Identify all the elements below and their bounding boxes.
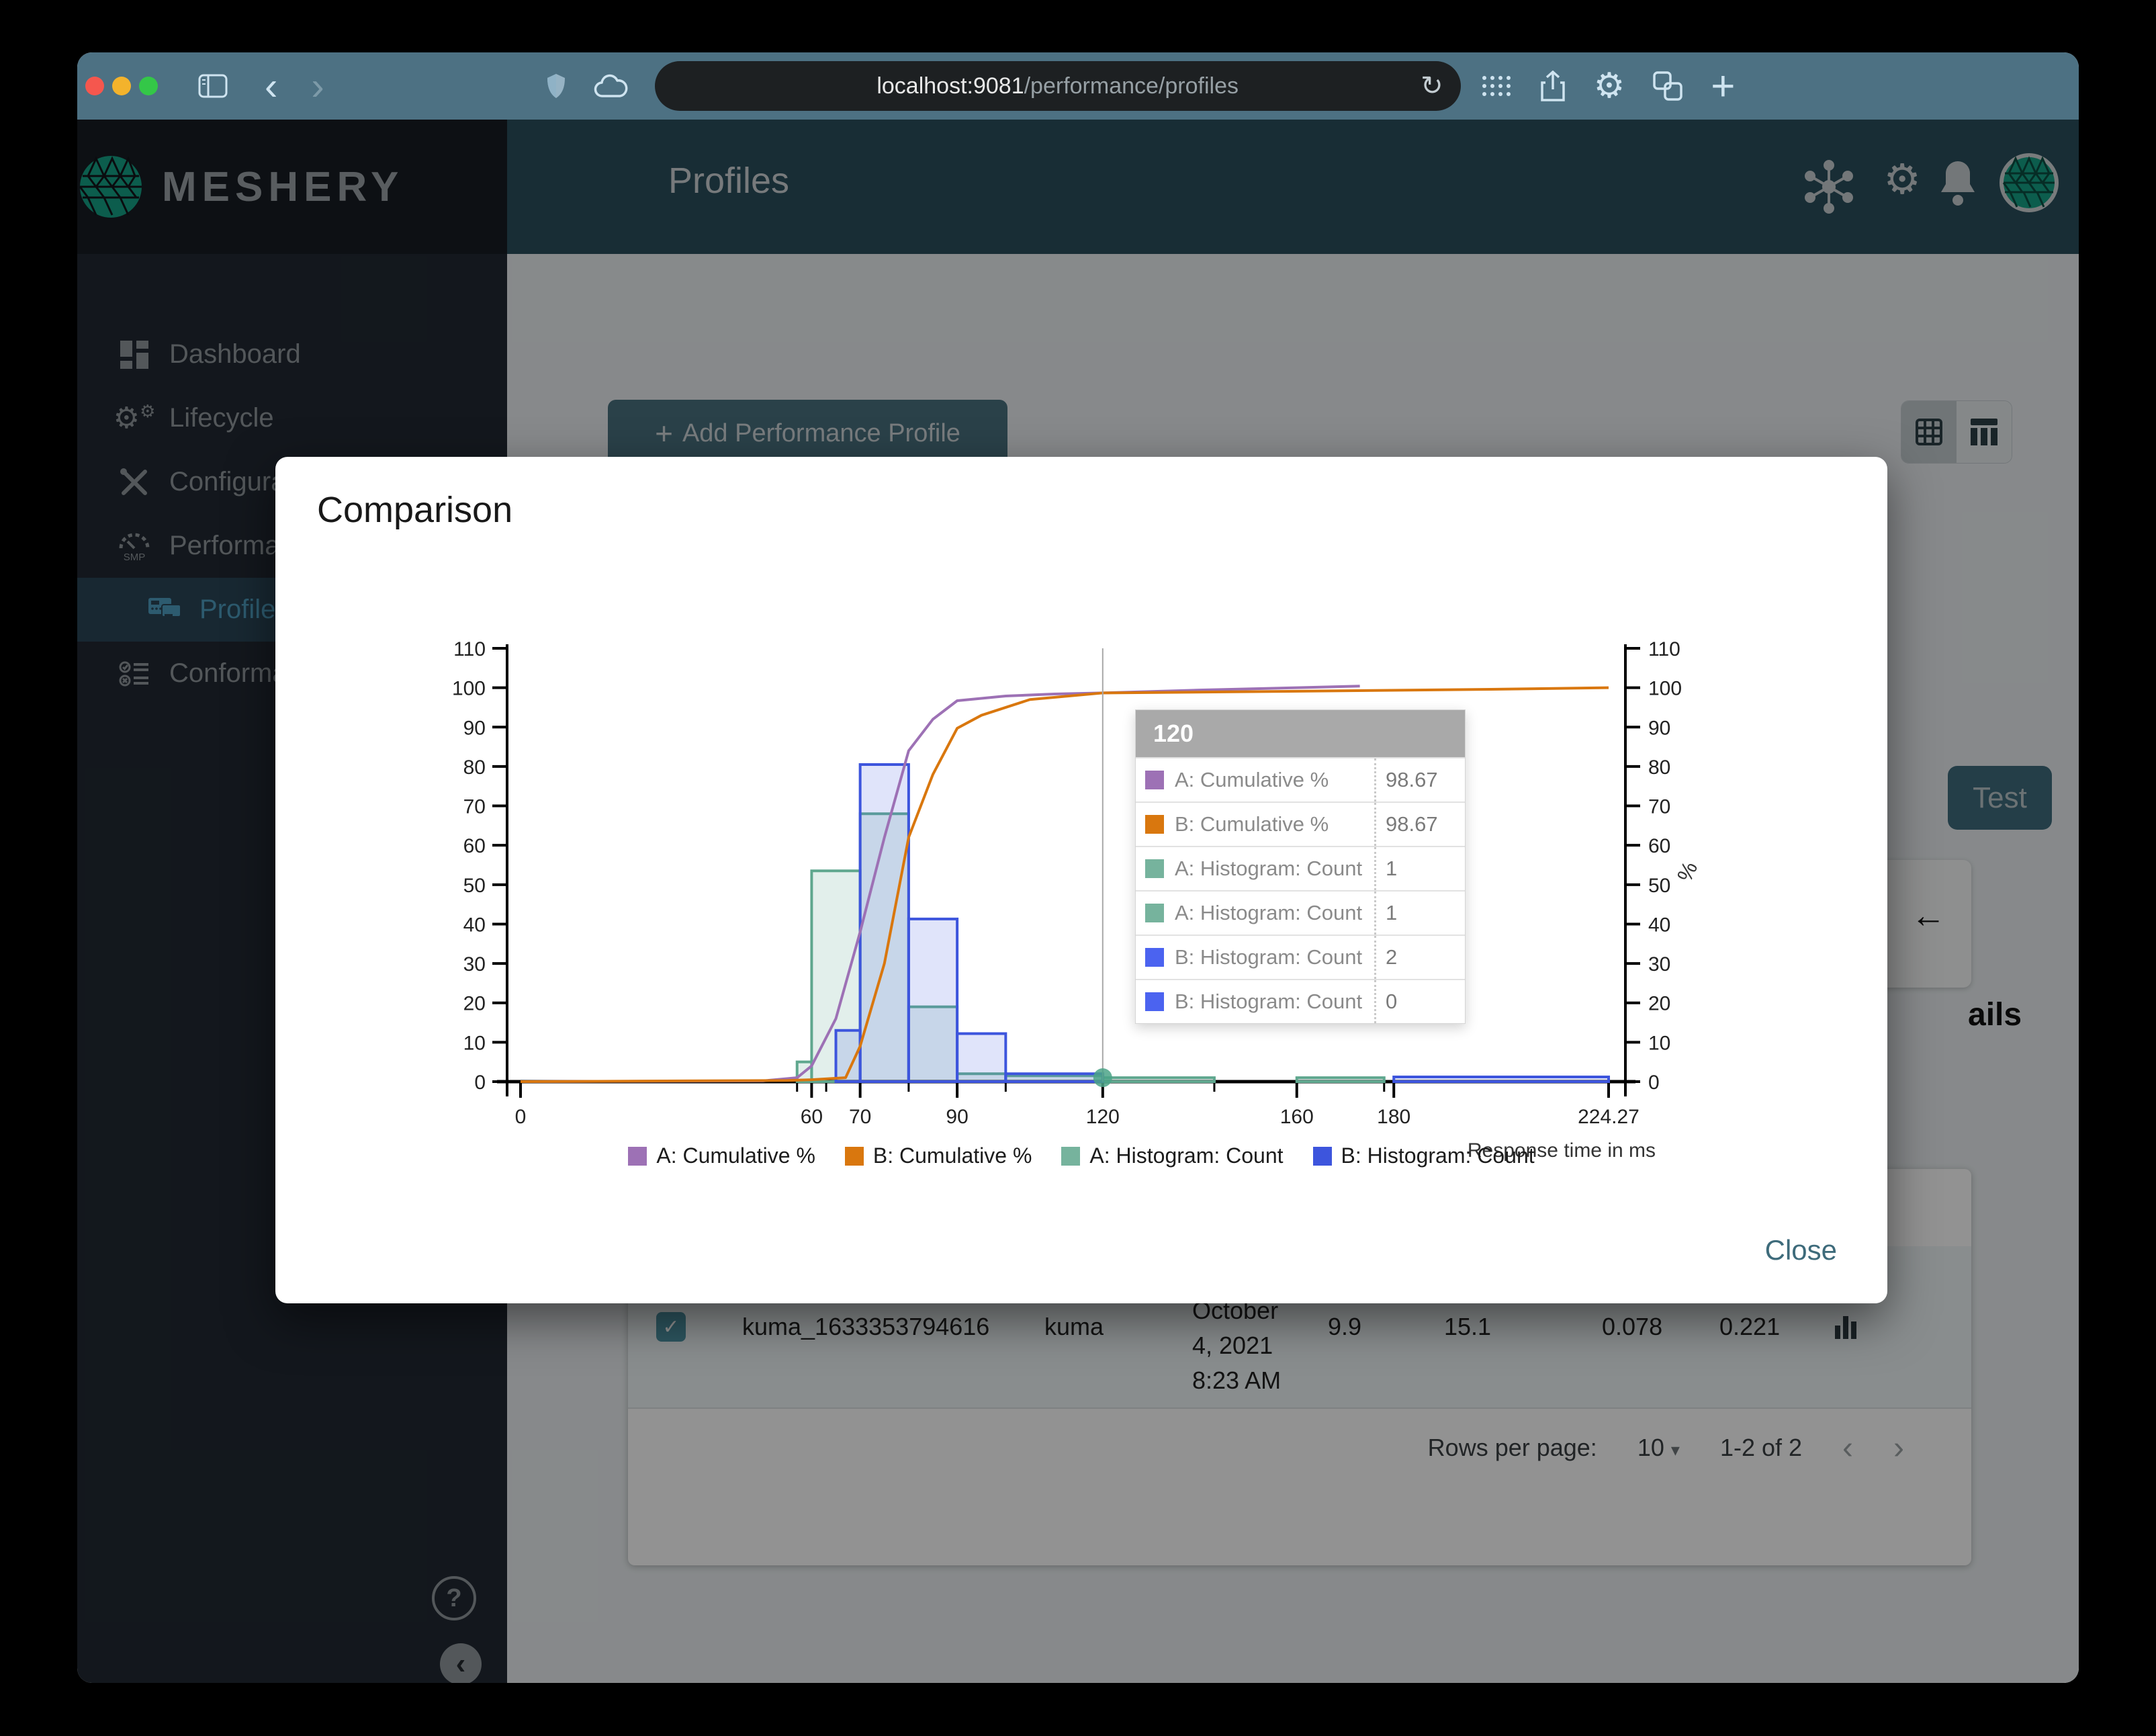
svg-text:90: 90: [946, 1106, 968, 1128]
tooltip-row: A: Histogram: Count 1: [1136, 846, 1465, 890]
svg-text:120: 120: [1086, 1106, 1120, 1128]
svg-text:0: 0: [1648, 1072, 1660, 1094]
shield-icon[interactable]: [546, 73, 566, 99]
close-button[interactable]: Close: [1765, 1234, 1837, 1266]
browser-chrome: ‹ › localhost:9081/performance/profiles …: [77, 52, 2079, 120]
svg-text:0: 0: [474, 1072, 486, 1094]
svg-text:40: 40: [1648, 914, 1670, 936]
legend-swatch: [1312, 1146, 1332, 1166]
svg-text:30: 30: [1648, 953, 1670, 975]
legend-item[interactable]: A: Cumulative %: [628, 1143, 815, 1168]
svg-text:30: 30: [463, 953, 486, 975]
svg-text:110: 110: [1648, 638, 1680, 660]
tooltip-row: A: Cumulative % 98.67: [1136, 757, 1465, 801]
comparison-chart[interactable]: 0 0 10 10 20 20 30 30 40 40 50 50 60 60 70 70 80 80 90 90 10…: [275, 457, 1887, 1303]
back-icon[interactable]: ‹: [265, 64, 277, 109]
svg-text:70: 70: [849, 1106, 871, 1128]
url-host: localhost:9081: [877, 73, 1024, 99]
svg-text:20: 20: [1648, 993, 1670, 1015]
windows-icon[interactable]: [1653, 71, 1683, 101]
legend-swatch: [1061, 1146, 1081, 1166]
svg-text:70: 70: [463, 796, 486, 818]
legend-swatch: [628, 1146, 647, 1166]
tooltip-row: B: Histogram: Count 0: [1136, 979, 1465, 1023]
svg-text:10: 10: [463, 1032, 486, 1054]
svg-text:90: 90: [463, 717, 486, 739]
svg-text:100: 100: [452, 678, 486, 700]
svg-text:20: 20: [463, 993, 486, 1015]
tooltip-header: 120: [1136, 710, 1465, 757]
share-icon[interactable]: [1540, 71, 1566, 101]
svg-text:60: 60: [463, 835, 486, 857]
legend-item[interactable]: A: Histogram: Count: [1061, 1143, 1284, 1168]
zoom-window-button[interactable]: [139, 77, 158, 95]
svg-text:50: 50: [1648, 875, 1670, 897]
svg-text:40: 40: [463, 914, 486, 936]
svg-text:10: 10: [1648, 1032, 1670, 1054]
comparison-modal: Comparison 0 0 10 10 20 20 30 30 40 40 50 50 60 60 70 7…: [275, 457, 1887, 1303]
url-path: /performance/profiles: [1024, 73, 1239, 99]
url-bar[interactable]: localhost:9081/performance/profiles ↻: [654, 61, 1461, 111]
new-tab-icon[interactable]: +: [1711, 62, 1735, 110]
svg-text:90: 90: [1648, 717, 1670, 739]
cloud-icon[interactable]: [593, 73, 628, 99]
legend-item[interactable]: B: Histogram: Count: [1312, 1143, 1535, 1168]
settings-gear-icon[interactable]: ⚙: [1594, 66, 1625, 106]
browser-window: ‹ › localhost:9081/performance/profiles …: [77, 52, 2079, 1683]
chart-tooltip: 120 A: Cumulative % 98.67 B: Cumulative %…: [1135, 709, 1466, 1024]
chart-legend: A: Cumulative % B: Cumulative % A: Histo…: [275, 1143, 1887, 1168]
tooltip-row: B: Cumulative % 98.67: [1136, 801, 1465, 846]
svg-text:224.27: 224.27: [1578, 1106, 1640, 1128]
svg-text:160: 160: [1280, 1106, 1314, 1128]
svg-text:0: 0: [515, 1106, 527, 1128]
svg-text:70: 70: [1648, 796, 1670, 818]
tooltip-row: A: Histogram: Count 1: [1136, 890, 1465, 935]
svg-text:60: 60: [1648, 835, 1670, 857]
svg-text:50: 50: [463, 875, 486, 897]
svg-text:80: 80: [1648, 756, 1670, 779]
minimize-window-button[interactable]: [112, 77, 131, 95]
forward-icon[interactable]: ›: [311, 64, 324, 109]
svg-text:180: 180: [1377, 1106, 1410, 1128]
svg-text:100: 100: [1648, 678, 1682, 700]
svg-text:60: 60: [801, 1106, 823, 1128]
svg-text:%: %: [1672, 858, 1703, 885]
sidebar-toggle-icon[interactable]: [198, 74, 228, 98]
legend-item[interactable]: B: Cumulative %: [844, 1143, 1032, 1168]
legend-swatch: [844, 1146, 864, 1166]
tooltip-row: B: Histogram: Count 2: [1136, 935, 1465, 979]
refresh-icon[interactable]: ↻: [1421, 71, 1443, 101]
grid-dots-icon[interactable]: [1481, 75, 1512, 97]
svg-text:110: 110: [453, 638, 486, 660]
close-window-button[interactable]: [85, 77, 104, 95]
svg-text:80: 80: [463, 756, 486, 779]
